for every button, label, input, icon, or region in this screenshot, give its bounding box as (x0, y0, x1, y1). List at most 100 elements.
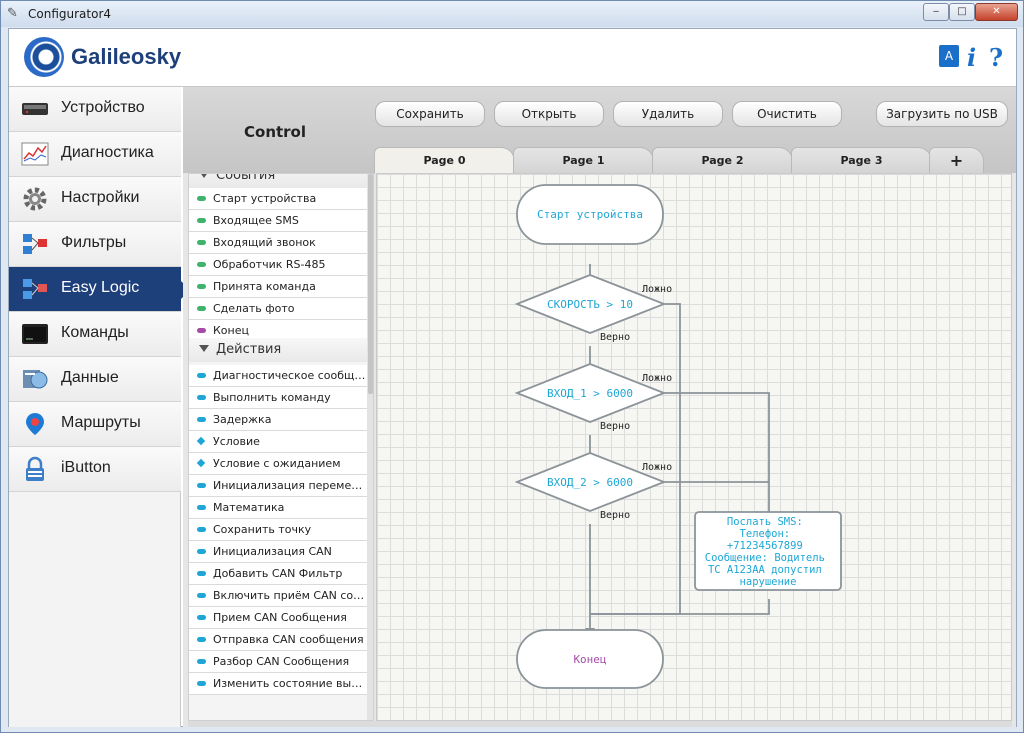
palette-item-label: Конец (213, 324, 249, 337)
action-dot-icon (197, 615, 206, 620)
save-button[interactable]: Сохранить (375, 101, 485, 127)
palette-item-label: Инициализация переме… (213, 479, 363, 492)
palette-item[interactable]: Отправка CAN сообщения (189, 629, 367, 651)
flowchart-canvas[interactable]: Старт устройства СКОРОСТЬ > 10 Ложно Вер… (376, 173, 1012, 721)
sidebar-item-diagnostics[interactable]: Диагностика (9, 132, 181, 177)
palette-item-label: Изменить состояние вы… (213, 677, 363, 690)
palette-item-label: Выполнить команду (213, 391, 331, 404)
palette-item-label: Старт устройства (213, 192, 317, 205)
add-page-tab[interactable]: + (929, 147, 984, 174)
condition-diamond-icon (196, 436, 206, 446)
info-icon[interactable]: i (967, 43, 976, 72)
sidebar-item-label: Команды (61, 324, 129, 341)
palette-item[interactable]: Старт устройства (189, 188, 367, 210)
delete-button[interactable]: Удалить (613, 101, 723, 127)
actions-section-header[interactable]: Действия (189, 338, 367, 362)
palette-item-label: Условие с ожиданием (213, 457, 341, 470)
tab-page-0[interactable]: Page 0 (374, 147, 515, 174)
palette-item-label: Принята команда (213, 280, 316, 293)
sidebar-item-routes[interactable]: Маршруты (9, 402, 181, 447)
open-button[interactable]: Открыть (494, 101, 604, 127)
palette-item-label: Разбор CAN Сообщения (213, 655, 350, 668)
action-dot-icon (197, 659, 206, 664)
sms-line: Послать SMS: (727, 516, 803, 528)
minimize-button[interactable]: ‒ (923, 3, 949, 21)
logo-text: Galileosky (71, 44, 182, 69)
event-dot-icon (197, 284, 206, 289)
palette-item-label: Математика (213, 501, 285, 514)
action-dot-icon (197, 549, 206, 554)
palette-item-label: Сохранить точку (213, 523, 312, 536)
sidebar-item-filters[interactable]: Фильтры (9, 222, 181, 267)
action-dot-icon (197, 637, 206, 642)
help-icon[interactable]: ? (989, 43, 1003, 72)
palette-item-label: Включить приём CAN со… (213, 589, 365, 602)
device-icon (22, 103, 48, 115)
palette-scrollbar[interactable] (367, 174, 373, 720)
palette-item[interactable]: Условие (189, 431, 367, 453)
palette-item[interactable]: Диагностическое сообщ… (189, 365, 367, 387)
palette-item[interactable]: Принята команда (189, 276, 367, 298)
sidebar-item-easy-logic[interactable]: Easy Logic (9, 267, 190, 312)
sidebar-item-commands[interactable]: Команды (9, 312, 181, 357)
action-dot-icon (197, 571, 206, 576)
sidebar-item-label: Устройство (61, 99, 145, 116)
palette-item[interactable]: Задержка (189, 409, 367, 431)
sidebar-item-label: Маршруты (61, 414, 141, 431)
action-dot-icon (197, 505, 206, 510)
palette-item[interactable]: Инициализация переме… (189, 475, 367, 497)
data-icon (23, 370, 48, 389)
palette-item[interactable]: Сохранить точку (189, 519, 367, 541)
horizontal-scrollbar[interactable] (188, 721, 1012, 727)
sidebar-item-ibutton[interactable]: iButton (9, 447, 181, 492)
palette-item[interactable]: Сделать фото (189, 298, 367, 320)
close-button[interactable]: ✕ (975, 3, 1018, 21)
sidebar-item-settings[interactable]: Настройки (9, 177, 181, 222)
palette-item[interactable]: Добавить CAN Фильтр (189, 563, 367, 585)
sidebar-item-label: Данные (61, 369, 119, 386)
app-header: Galileosky A i ? (9, 29, 1016, 87)
easy-logic-icon (23, 279, 47, 299)
palette-item[interactable]: Включить приём CAN со… (189, 585, 367, 607)
palette-item[interactable]: Инициализация CAN (189, 541, 367, 563)
sidebar-item-device[interactable]: Устройство (9, 87, 181, 132)
condition-node-label: ВХОД_2 > 6000 (547, 476, 633, 489)
palette-item[interactable]: Входящий звонок (189, 232, 367, 254)
palette-item[interactable]: Условие с ожиданием (189, 453, 367, 475)
palette-item[interactable]: Прием CAN Сообщения (189, 607, 367, 629)
palette-item[interactable]: Выполнить команду (189, 387, 367, 409)
palette-item[interactable]: Обработчик RS-485 (189, 254, 367, 276)
easy-logic-panel: Control Сохранить Открыть Удалить Очисти… (183, 87, 1016, 727)
title-bar[interactable]: ✎ Configurator4 ‒ □ ✕ (1, 1, 1023, 27)
palette-item[interactable]: Разбор CAN Сообщения (189, 651, 367, 673)
palette-item-label: Входящий звонок (213, 236, 316, 249)
section-label: Действия (216, 342, 282, 357)
tab-page-2[interactable]: Page 2 (652, 147, 793, 174)
terminal-icon (22, 324, 48, 344)
language-icon-glyph: A (944, 49, 954, 63)
event-dot-icon (197, 262, 206, 267)
palette-item[interactable]: Входящее SMS (189, 210, 367, 232)
events-section-header[interactable]: События (189, 174, 367, 188)
map-pin-icon (26, 413, 44, 435)
sidebar-item-data[interactable]: Данные (9, 357, 181, 402)
scrollbar-thumb[interactable] (368, 174, 373, 394)
sidebar-item-label: Диагностика (61, 144, 154, 161)
action-dot-icon (197, 593, 206, 598)
palette-item-label: Входящее SMS (213, 214, 299, 227)
tab-page-1[interactable]: Page 1 (513, 147, 654, 174)
sidebar-item-label: iButton (61, 459, 111, 476)
lock-icon (26, 456, 44, 481)
action-dot-icon (197, 483, 206, 488)
flowchart: Старт устройства СКОРОСТЬ > 10 Ложно Вер… (514, 184, 842, 689)
tab-page-3[interactable]: Page 3 (791, 147, 932, 174)
action-dot-icon (197, 681, 206, 686)
maximize-button[interactable]: □ (949, 3, 975, 21)
palette-item[interactable]: Математика (189, 497, 367, 519)
diagnostics-icon (21, 142, 49, 166)
sidebar-item-label: Easy Logic (61, 279, 140, 296)
language-icon[interactable]: A (939, 45, 959, 67)
clear-button[interactable]: Очистить (732, 101, 842, 127)
upload-usb-button[interactable]: Загрузить по USB (876, 101, 1008, 127)
palette-item[interactable]: Изменить состояние вы… (189, 673, 367, 695)
